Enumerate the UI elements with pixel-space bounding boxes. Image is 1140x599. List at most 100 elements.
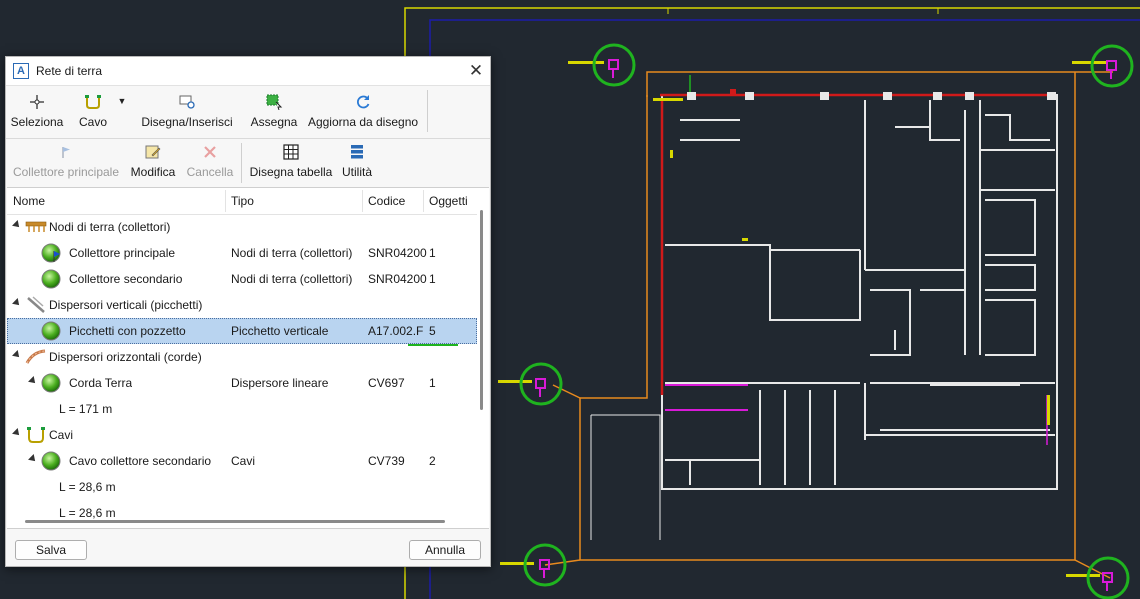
delete-button[interactable]: Cancella bbox=[184, 139, 236, 185]
stake-icon bbox=[25, 296, 45, 314]
crosshair-icon bbox=[29, 92, 45, 112]
app-logo-icon: A bbox=[13, 63, 29, 79]
column-divider[interactable] bbox=[362, 190, 363, 212]
close-icon: ✕ bbox=[468, 61, 484, 80]
cable-u-icon bbox=[84, 92, 102, 112]
tree-item-row[interactable]: Collettore principale Nodi di terra (coll… bbox=[7, 240, 477, 266]
grounding-network-dialog[interactable]: A Rete di terra ✕ Seleziona Cavo ▼ Diseg… bbox=[5, 56, 491, 567]
building-floor-plan bbox=[661, 94, 1058, 490]
stake-markers bbox=[519, 43, 1134, 599]
cable-lines bbox=[660, 75, 1055, 445]
cell-type: Nodi di terra (collettori) bbox=[231, 246, 353, 260]
cell-name: Corda Terra bbox=[69, 376, 133, 390]
edit-icon bbox=[145, 142, 161, 162]
cell-code: CV739 bbox=[368, 454, 405, 468]
main-collector-label: Collettore principale bbox=[12, 165, 120, 179]
expand-collapse-icon[interactable] bbox=[12, 298, 22, 308]
column-header-name[interactable]: Nome bbox=[13, 188, 45, 214]
tree-item-row[interactable]: Collettore secondario Nodi di terra (coll… bbox=[7, 266, 477, 292]
network-tree-grid[interactable]: Nome Tipo Codice Oggetti Nodi di terra (… bbox=[7, 187, 489, 529]
cell-code: SNR04200 bbox=[368, 246, 427, 260]
tree-item-row[interactable]: Picchetti con pozzetto Picchetto vertical… bbox=[7, 318, 477, 344]
cell-name: Cavi bbox=[49, 428, 74, 442]
draw-table-button[interactable]: Disegna tabella bbox=[248, 139, 334, 185]
dialog-title: Rete di terra bbox=[36, 64, 103, 78]
draw-insert-label: Disegna/Inserisci bbox=[141, 115, 233, 129]
expand-collapse-icon[interactable] bbox=[12, 220, 22, 230]
horizontal-scrollbar[interactable] bbox=[25, 520, 445, 523]
column-header-objects[interactable]: Oggetti bbox=[429, 188, 468, 214]
tree-group-row[interactable]: Dispersori verticali (picchetti) bbox=[7, 292, 477, 318]
assign-label: Assegna bbox=[250, 115, 298, 129]
cable-button[interactable]: Cavo bbox=[70, 86, 116, 136]
draw-insert-button[interactable]: Disegna/Inserisci bbox=[139, 86, 235, 136]
cell-type: Picchetto verticale bbox=[231, 324, 329, 338]
green-ball-flag-icon bbox=[41, 243, 61, 263]
tree-group-row[interactable]: Dispersori orizzontali (corde) bbox=[7, 344, 477, 370]
expand-collapse-icon[interactable] bbox=[28, 454, 38, 464]
drawing-frame bbox=[404, 7, 1140, 599]
refresh-icon bbox=[355, 92, 371, 112]
column-divider[interactable] bbox=[225, 190, 226, 212]
green-ball-icon bbox=[41, 373, 61, 393]
cell-type: Dispersore lineare bbox=[231, 376, 329, 390]
edit-label: Modifica bbox=[130, 165, 176, 179]
cell-name: Collettore principale bbox=[69, 246, 176, 260]
update-from-drawing-label: Aggiorna da disegno bbox=[307, 115, 419, 129]
update-from-drawing-button[interactable]: Aggiorna da disegno bbox=[306, 86, 420, 136]
cancel-button[interactable]: Annulla bbox=[409, 540, 481, 560]
cell-name: L = 171 m bbox=[59, 402, 113, 416]
earth-rope-ring bbox=[544, 71, 1113, 579]
draw-table-label: Disegna tabella bbox=[249, 165, 333, 179]
dropdown-arrow-icon: ▼ bbox=[117, 96, 127, 106]
cell-code: CV697 bbox=[368, 376, 405, 390]
cell-name: Nodi di terra (collettori) bbox=[49, 220, 171, 234]
cell-objects: 1 bbox=[429, 246, 436, 260]
tree-detail-row[interactable]: L = 171 m bbox=[7, 396, 477, 422]
title-bar[interactable]: A Rete di terra ✕ bbox=[6, 57, 490, 86]
cell-objects: 5 bbox=[429, 324, 436, 338]
tree-group-row[interactable]: Nodi di terra (collettori) bbox=[7, 214, 477, 240]
cell-name: Cavo collettore secondario bbox=[69, 454, 212, 468]
column-divider[interactable] bbox=[423, 190, 424, 212]
tree-detail-row[interactable]: L = 28,6 m bbox=[7, 474, 477, 500]
expand-collapse-icon[interactable] bbox=[12, 350, 22, 360]
main-collector-button[interactable]: Collettore principale bbox=[9, 139, 123, 185]
select-button[interactable]: Seleziona bbox=[10, 86, 64, 136]
utility-stack-icon bbox=[350, 142, 364, 162]
green-ball-icon bbox=[41, 321, 61, 341]
toolbar-separator bbox=[427, 90, 428, 132]
assign-icon bbox=[265, 92, 283, 112]
green-ball-icon bbox=[41, 269, 61, 289]
cable-dropdown-button[interactable]: ▼ bbox=[114, 86, 130, 136]
assign-button[interactable]: Assegna bbox=[248, 86, 300, 136]
select-label: Seleziona bbox=[10, 115, 64, 129]
edit-button[interactable]: Modifica bbox=[126, 139, 180, 185]
cell-name: Dispersori orizzontali (corde) bbox=[49, 350, 202, 364]
collector-bar-icon bbox=[25, 218, 47, 236]
utility-label: Utilità bbox=[341, 165, 372, 179]
save-button[interactable]: Salva bbox=[15, 540, 87, 560]
close-button[interactable]: ✕ bbox=[462, 57, 490, 85]
tree-item-row[interactable]: Corda Terra Dispersore lineare CV697 1 bbox=[7, 370, 477, 396]
vertical-scrollbar[interactable] bbox=[480, 210, 483, 410]
cell-name: Dispersori verticali (picchetti) bbox=[49, 298, 203, 312]
secondary-toolbar: Collettore principale Modifica Cancella … bbox=[6, 138, 490, 187]
green-ball-icon bbox=[41, 451, 61, 471]
tree-item-row[interactable]: Cavo collettore secondario Cavi CV739 2 bbox=[7, 448, 477, 474]
column-header-code[interactable]: Codice bbox=[368, 188, 405, 214]
delete-x-icon bbox=[203, 142, 217, 162]
table-icon bbox=[283, 142, 299, 162]
cell-type: Nodi di terra (collettori) bbox=[231, 272, 353, 286]
tree-group-row[interactable]: Cavi bbox=[7, 422, 477, 448]
cell-code: SNR04200 bbox=[368, 272, 427, 286]
cell-objects: 2 bbox=[429, 454, 436, 468]
delete-label: Cancella bbox=[186, 165, 234, 179]
rope-icon bbox=[25, 348, 46, 366]
expand-collapse-icon[interactable] bbox=[28, 376, 38, 386]
utility-button[interactable]: Utilità bbox=[338, 139, 376, 185]
column-header-type[interactable]: Tipo bbox=[231, 188, 254, 214]
cell-name: Collettore secondario bbox=[69, 272, 183, 286]
expand-collapse-icon[interactable] bbox=[12, 428, 22, 438]
cell-name: L = 28,6 m bbox=[59, 480, 116, 494]
